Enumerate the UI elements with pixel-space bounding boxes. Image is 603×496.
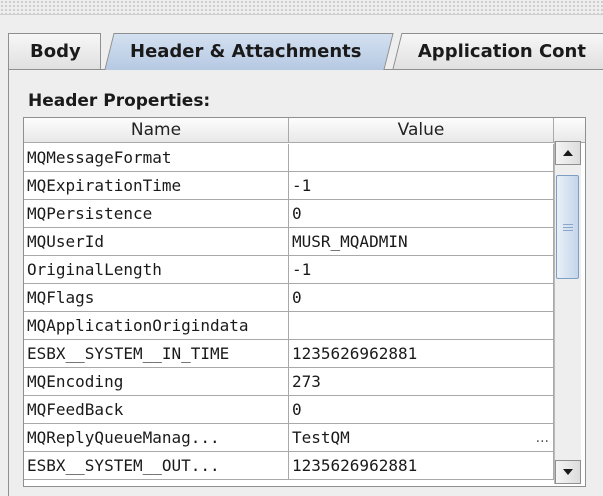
tab-application-context[interactable]: Application Cont: [392, 33, 603, 69]
row-name-cell[interactable]: MQFlags: [24, 284, 289, 312]
table-row[interactable]: ESBX__SYSTEM__OUT... 1235626962881: [24, 452, 554, 480]
row-value-cell[interactable]: 273: [289, 368, 554, 396]
row-value-cell[interactable]: 0: [289, 396, 554, 424]
tab-header-attachments[interactable]: Header & Attachments: [104, 33, 394, 70]
row-name-cell[interactable]: ESBX__SYSTEM__IN_TIME: [24, 340, 289, 368]
row-value-cell[interactable]: -1: [289, 256, 554, 284]
row-value-cell[interactable]: [289, 144, 554, 172]
tab-body-label: Body: [30, 41, 81, 62]
table-row[interactable]: MQMessageFormat: [24, 144, 554, 172]
arrow-up-icon: [563, 150, 573, 156]
edit-value-button[interactable]: ...: [536, 424, 549, 451]
row-name-cell[interactable]: MQFeedBack: [24, 396, 289, 424]
column-header-name[interactable]: Name: [24, 118, 289, 143]
table-row[interactable]: MQReplyQueueManag... TestQM ...: [24, 424, 554, 452]
table-row[interactable]: MQApplicationOrigindata: [24, 312, 554, 340]
row-name-cell[interactable]: MQMessageFormat: [24, 144, 289, 172]
table-header-row: Name Value: [24, 118, 585, 144]
row-value-cell[interactable]: 0: [289, 200, 554, 228]
row-value-cell[interactable]: TestQM ...: [289, 424, 554, 452]
section-title: Header Properties:: [28, 91, 211, 111]
scroll-down-button[interactable]: [555, 460, 581, 484]
row-name-cell[interactable]: OriginalLength: [24, 256, 289, 284]
row-name-cell[interactable]: MQReplyQueueManag...: [24, 424, 289, 452]
scroll-thumb[interactable]: [556, 175, 579, 279]
column-header-value[interactable]: Value: [289, 118, 554, 143]
tab-header-attachments-label: Header & Attachments: [130, 41, 362, 62]
tab-body[interactable]: Body: [8, 33, 101, 69]
top-border-strip: [0, 0, 603, 15]
table-row[interactable]: MQFeedBack 0: [24, 396, 554, 424]
scroll-up-button[interactable]: [555, 141, 581, 165]
table-row[interactable]: OriginalLength -1: [24, 256, 554, 284]
table-row[interactable]: MQExpirationTime -1: [24, 172, 554, 200]
row-value-cell[interactable]: 1235626962881: [289, 340, 554, 368]
row-value-cell[interactable]: MUSR_MQADMIN: [289, 228, 554, 256]
table-row[interactable]: MQPersistence 0: [24, 200, 554, 228]
row-value-cell[interactable]: -1: [289, 172, 554, 200]
table-row[interactable]: ESBX__SYSTEM__IN_TIME 1235626962881: [24, 340, 554, 368]
header-properties-table: Name Value MQMessageFormat MQExpirationT…: [23, 117, 586, 487]
arrow-down-icon: [563, 469, 573, 475]
row-value-cell[interactable]: 0: [289, 284, 554, 312]
vertical-scrollbar[interactable]: [554, 141, 581, 484]
table-row[interactable]: MQFlags 0: [24, 284, 554, 312]
row-value-text: TestQM: [292, 428, 350, 447]
column-header-corner: [554, 118, 585, 143]
grip-icon: [562, 223, 573, 231]
row-value-cell[interactable]: 1235626962881: [289, 452, 554, 480]
row-name-cell[interactable]: MQPersistence: [24, 200, 289, 228]
row-name-cell[interactable]: MQExpirationTime: [24, 172, 289, 200]
table-row[interactable]: MQUserId MUSR_MQADMIN: [24, 228, 554, 256]
row-name-cell[interactable]: MQUserId: [24, 228, 289, 256]
table-row[interactable]: MQEncoding 273: [24, 368, 554, 396]
row-value-cell[interactable]: [289, 312, 554, 340]
tab-application-context-label: Application Cont: [417, 41, 586, 62]
row-name-cell[interactable]: MQEncoding: [24, 368, 289, 396]
tab-bar: Body Header & Attachments Application Co…: [8, 33, 603, 70]
row-name-cell[interactable]: ESBX__SYSTEM__OUT...: [24, 452, 289, 480]
row-name-cell[interactable]: MQApplicationOrigindata: [24, 312, 289, 340]
